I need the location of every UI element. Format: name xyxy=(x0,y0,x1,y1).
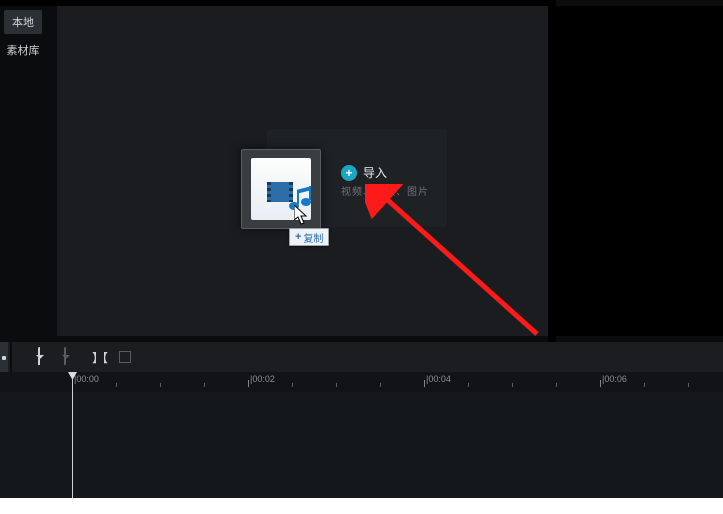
tick-minor xyxy=(160,383,161,387)
plus-icon: + xyxy=(341,165,357,181)
crop-button[interactable] xyxy=(112,344,138,370)
tick-minor xyxy=(644,383,645,387)
tick-minor xyxy=(336,383,337,387)
tick-label: |00:00 xyxy=(74,374,99,384)
tick-minor xyxy=(204,383,205,387)
tick-minor xyxy=(380,383,381,387)
tick-major xyxy=(248,380,249,387)
track-area[interactable] xyxy=(0,392,723,498)
timeline[interactable]: |00:00 |00:02 |00:04 |00:06 xyxy=(0,372,723,498)
split-button[interactable]: 】【 xyxy=(86,344,112,370)
time-ruler[interactable]: |00:00 |00:02 |00:04 |00:06 xyxy=(0,372,723,392)
tick-label: |00:02 xyxy=(250,374,275,384)
import-button[interactable]: + 导入 xyxy=(341,164,387,181)
toolbar-handle-icon xyxy=(2,356,6,360)
timeline-toolbar: 】【 xyxy=(0,342,723,372)
drag-tooltip-text: 复制 xyxy=(303,230,323,245)
sidebar-tab-local[interactable]: 本地 xyxy=(4,10,42,34)
pane-divider[interactable] xyxy=(548,0,556,342)
media-sidebar: 本地 素材库 xyxy=(0,6,57,342)
sidebar-tab-library[interactable]: 素材库 xyxy=(4,38,42,62)
tick-minor xyxy=(116,383,117,387)
redo-icon xyxy=(64,349,66,365)
sidebar-tab-label: 素材库 xyxy=(7,42,40,58)
undo-button[interactable] xyxy=(26,344,52,370)
redo-button[interactable] xyxy=(52,344,78,370)
tick-minor xyxy=(688,383,689,387)
undo-icon xyxy=(38,349,40,365)
tick-minor xyxy=(512,383,513,387)
import-sublabel: 视频、音频、图片 xyxy=(341,183,429,198)
tick-label: |00:06 xyxy=(602,374,627,384)
preview-pane[interactable] xyxy=(556,6,723,336)
music-note-icon xyxy=(289,188,311,210)
plus-icon: + xyxy=(295,231,301,243)
tick-minor xyxy=(468,383,469,387)
square-icon xyxy=(119,351,131,363)
drag-copy-tooltip: + 复制 xyxy=(289,228,329,246)
editor-pane: 本地 素材库 + 导入 视频、音频、图片 xyxy=(0,0,723,342)
media-file-icon xyxy=(251,158,311,220)
sidebar-tab-label: 本地 xyxy=(12,14,34,30)
tick-label: |00:04 xyxy=(426,374,451,384)
dragged-media-thumbnail[interactable] xyxy=(241,149,321,229)
playhead[interactable] xyxy=(72,372,73,498)
tick-major xyxy=(424,380,425,387)
tick-minor xyxy=(292,383,293,387)
tick-minor xyxy=(556,383,557,387)
media-pane[interactable]: + 导入 视频、音频、图片 xyxy=(57,6,548,336)
split-icon: 】【 xyxy=(92,349,106,366)
tick-major xyxy=(600,380,601,387)
image-bottom-crop xyxy=(0,498,723,514)
toolbar-divider xyxy=(10,342,12,372)
import-label: 导入 xyxy=(363,164,387,181)
